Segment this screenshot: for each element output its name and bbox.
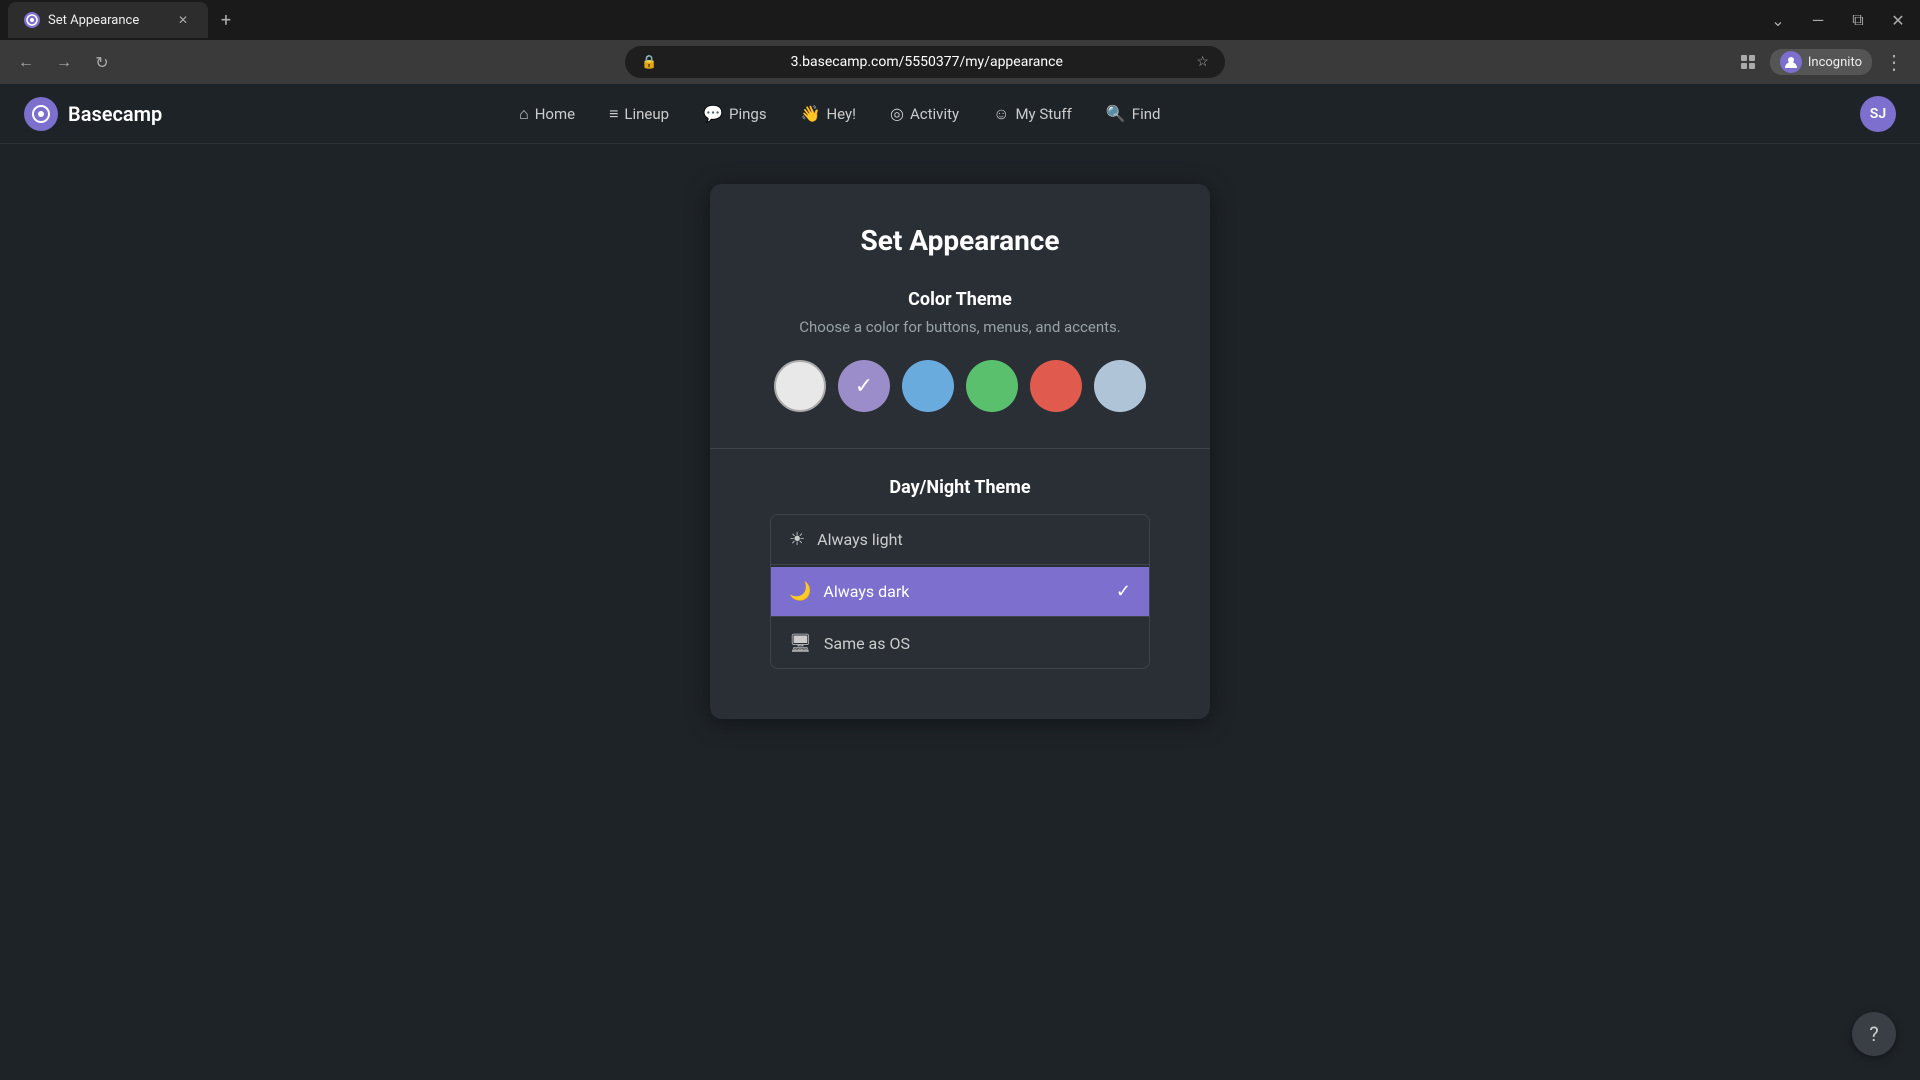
main-nav: Basecamp ⌂ Home ≡ Lineup 💬 Pings 👋 Hey! … — [0, 84, 1920, 144]
color-theme-subtitle: Choose a color for buttons, menus, and a… — [770, 318, 1150, 336]
dark-selected-icon: ✓ — [1116, 581, 1131, 602]
browser-actions: Incognito ⋮ — [1734, 48, 1908, 76]
nav-find-label: Find — [1132, 105, 1161, 123]
tab-title: Set Appearance — [48, 13, 166, 28]
color-swatches: ✓ — [770, 360, 1150, 412]
address-box[interactable]: 🔒 3.basecamp.com/5550377/my/appearance ☆ — [625, 46, 1225, 78]
nav-mystuff-label: My Stuff — [1015, 105, 1071, 123]
page-content: Set Appearance Color Theme Choose a colo… — [0, 144, 1920, 1080]
window-controls: ⌄ — ⧉ ✕ — [1764, 6, 1912, 34]
incognito-label: Incognito — [1808, 55, 1862, 70]
url-text: 3.basecamp.com/5550377/my/appearance — [665, 54, 1188, 70]
new-tab-button[interactable]: + — [212, 6, 240, 34]
mystuff-icon: ☺ — [993, 104, 1009, 124]
section-divider — [710, 448, 1210, 449]
user-avatar[interactable]: SJ — [1860, 96, 1896, 132]
pings-icon: 💬 — [703, 104, 723, 123]
nav-mystuff[interactable]: ☺ My Stuff — [979, 98, 1086, 130]
always-dark-label: Always dark — [823, 582, 1103, 601]
maximize-button[interactable]: ⧉ — [1844, 6, 1872, 34]
extensions-button[interactable] — [1734, 48, 1762, 76]
nav-lineup[interactable]: ≡ Lineup — [595, 98, 683, 130]
chevron-down-icon[interactable]: ⌄ — [1764, 6, 1792, 34]
nav-hey[interactable]: 👋 Hey! — [787, 98, 870, 129]
window-close-button[interactable]: ✕ — [1884, 6, 1912, 34]
back-button[interactable]: ← — [12, 48, 40, 76]
minimize-button[interactable]: — — [1804, 6, 1832, 34]
nav-hey-label: Hey! — [826, 105, 856, 123]
nav-home-label: Home — [535, 105, 575, 123]
color-theme-heading: Color Theme — [770, 289, 1150, 310]
active-tab[interactable]: Set Appearance ✕ — [8, 2, 208, 38]
sun-icon: ☀ — [789, 529, 805, 550]
color-swatch-blue[interactable] — [902, 360, 954, 412]
day-night-section: Day/Night Theme ☀ Always light 🌙 Always … — [770, 477, 1150, 669]
color-theme-section: Color Theme Choose a color for buttons, … — [770, 289, 1150, 412]
monitor-icon: 🖥 — [789, 633, 812, 654]
lock-icon: 🔒 — [641, 55, 657, 70]
nav-pings-label: Pings — [729, 105, 767, 123]
nav-find[interactable]: 🔍 Find — [1092, 98, 1175, 129]
tab-close-button[interactable]: ✕ — [174, 11, 192, 29]
forward-button[interactable]: → — [50, 48, 78, 76]
moon-icon: 🌙 — [789, 581, 811, 602]
browser-menu-button[interactable]: ⋮ — [1880, 48, 1908, 76]
color-swatch-green[interactable] — [966, 360, 1018, 412]
color-swatch-white[interactable] — [774, 360, 826, 412]
incognito-badge[interactable]: Incognito — [1770, 49, 1872, 75]
color-swatch-red[interactable] — [1030, 360, 1082, 412]
page-title: Set Appearance — [770, 224, 1150, 257]
tab-favicon — [24, 12, 40, 28]
help-button[interactable]: ? — [1852, 1012, 1896, 1056]
address-bar: ← → ↻ 🔒 3.basecamp.com/5550377/my/appear… — [0, 40, 1920, 84]
address-container: 🔒 3.basecamp.com/5550377/my/appearance ☆ — [126, 46, 1724, 78]
bookmark-icon[interactable]: ☆ — [1196, 54, 1209, 70]
color-swatch-purple[interactable]: ✓ — [838, 360, 890, 412]
refresh-button[interactable]: ↻ — [88, 48, 116, 76]
theme-option-same-as-os[interactable]: 🖥 Same as OS — [771, 619, 1149, 668]
basecamp-logo-icon — [24, 97, 58, 131]
nav-activity-label: Activity — [910, 105, 959, 123]
browser-chrome: Set Appearance ✕ + ⌄ — ⧉ ✕ ← → ↻ 🔒 3.bas… — [0, 0, 1920, 84]
always-light-label: Always light — [817, 530, 1131, 549]
tab-bar: Set Appearance ✕ + ⌄ — ⧉ ✕ — [0, 0, 1920, 40]
find-icon: 🔍 — [1106, 104, 1126, 123]
incognito-icon — [1780, 51, 1802, 73]
basecamp-logo[interactable]: Basecamp — [24, 97, 162, 131]
same-as-os-label: Same as OS — [824, 634, 1131, 653]
theme-option-always-dark[interactable]: 🌙 Always dark ✓ — [771, 567, 1149, 617]
selected-check-icon: ✓ — [855, 374, 873, 399]
nav-items: ⌂ Home ≡ Lineup 💬 Pings 👋 Hey! ◎ Activit… — [505, 98, 1174, 130]
color-swatch-light-blue[interactable] — [1094, 360, 1146, 412]
lineup-icon: ≡ — [609, 104, 618, 124]
nav-pings[interactable]: 💬 Pings — [689, 98, 780, 129]
theme-option-always-light[interactable]: ☀ Always light — [771, 515, 1149, 565]
basecamp-logo-text: Basecamp — [68, 102, 162, 126]
nav-home[interactable]: ⌂ Home — [505, 98, 589, 130]
nav-lineup-label: Lineup — [624, 105, 669, 123]
day-night-heading: Day/Night Theme — [770, 477, 1150, 498]
hey-icon: 👋 — [801, 104, 821, 123]
home-icon: ⌂ — [519, 104, 529, 124]
nav-activity[interactable]: ◎ Activity — [876, 98, 973, 129]
activity-icon: ◎ — [890, 104, 904, 123]
appearance-card: Set Appearance Color Theme Choose a colo… — [710, 184, 1210, 719]
theme-options: ☀ Always light 🌙 Always dark ✓ 🖥 Same as… — [770, 514, 1150, 669]
